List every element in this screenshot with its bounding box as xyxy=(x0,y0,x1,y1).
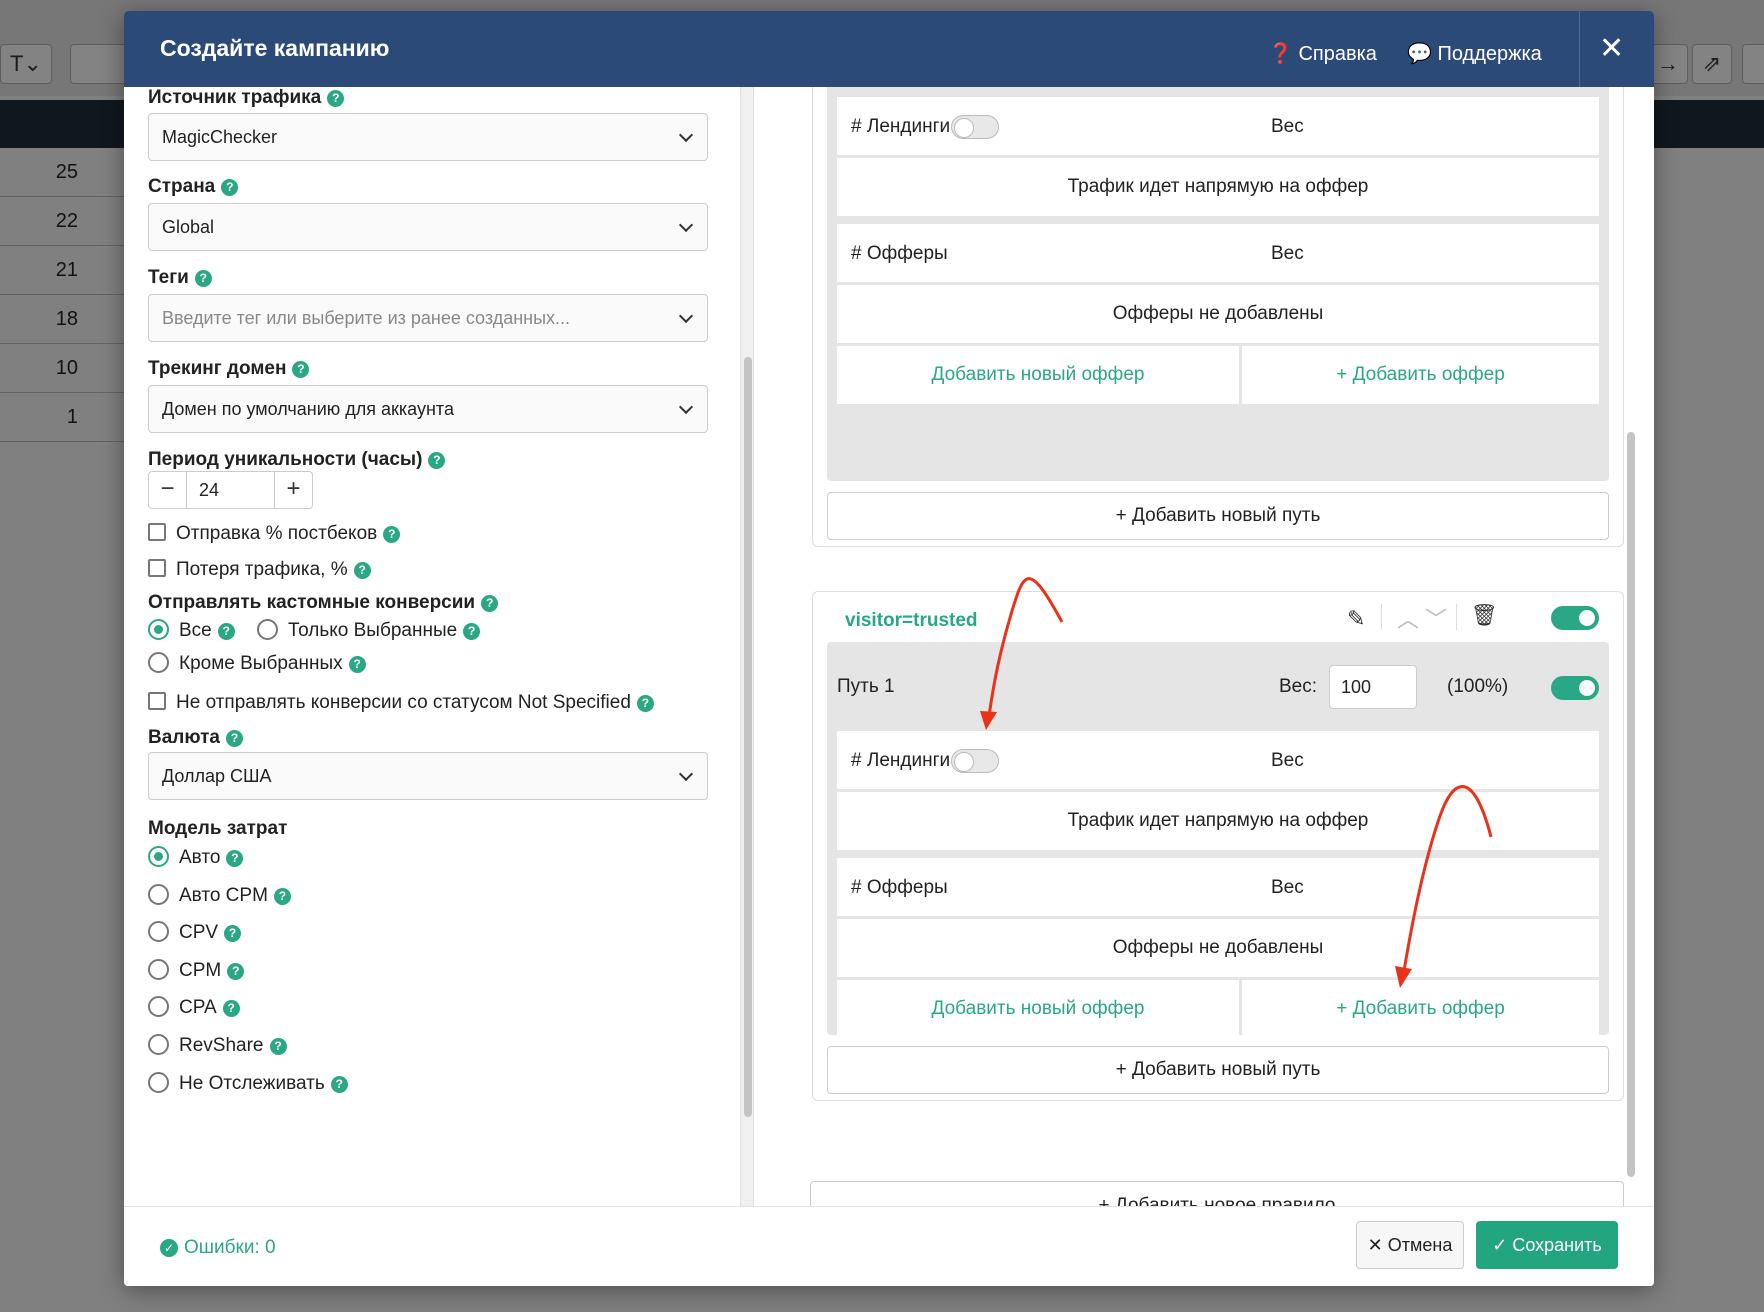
close-icon: ✕ xyxy=(1367,1235,1383,1255)
cancel-button[interactable]: ✕ Отмена xyxy=(1356,1221,1464,1269)
save-button[interactable]: ✓ Сохранить xyxy=(1476,1221,1618,1269)
annotation-arrow xyxy=(987,577,1064,717)
annotation-arrow xyxy=(1402,785,1493,972)
errors-status: ✓ Ошибки: 0 xyxy=(160,1237,276,1259)
modal-footer: ✓ Ошибки: 0 ✕ Отмена ✓ Сохранить xyxy=(124,1206,1654,1286)
arrowhead xyxy=(1395,966,1412,988)
arrowhead xyxy=(980,711,997,730)
annotation-arrows xyxy=(980,577,1493,988)
create-campaign-modal: Создайте кампанию ❓ Справка 💬 Поддержка … xyxy=(124,11,1654,1286)
check-icon: ✓ xyxy=(1492,1235,1508,1255)
check-circle-icon: ✓ xyxy=(160,1239,178,1257)
